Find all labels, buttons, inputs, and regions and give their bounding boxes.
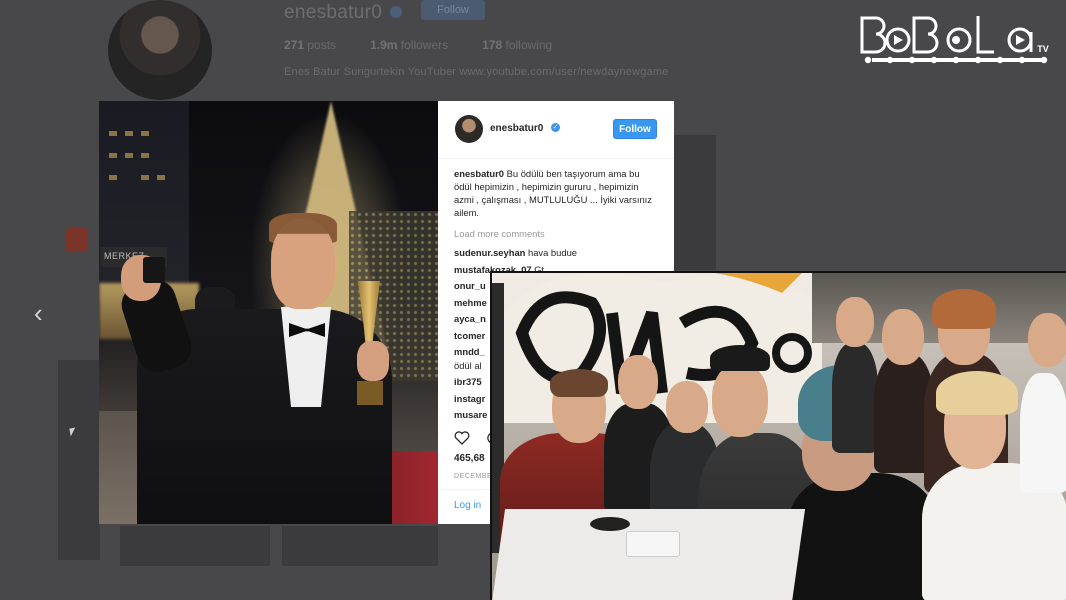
svg-text:TV: TV	[1037, 44, 1049, 54]
person	[1020, 373, 1066, 493]
heart-icon[interactable]	[454, 431, 470, 445]
verified-badge-icon: ✓	[551, 123, 560, 132]
load-more-comments-link[interactable]: Load more comments	[454, 227, 658, 240]
grid-tile[interactable]	[674, 135, 716, 270]
grid-tile[interactable]	[282, 526, 438, 566]
office-reaction-photo	[490, 271, 1066, 600]
person-face	[836, 297, 874, 347]
post-date: DECEMBE	[454, 473, 493, 480]
likes-count: 465,68	[454, 453, 485, 464]
stat-followers[interactable]: 1.9m followers	[370, 38, 448, 52]
profile-avatar	[108, 0, 212, 100]
verified-badge-icon	[390, 6, 402, 18]
follow-button[interactable]: Follow	[613, 119, 657, 139]
person	[788, 473, 938, 600]
login-link[interactable]: Log in	[454, 500, 481, 511]
video-frame: enesbatur0 Follow 271 posts 1.9m followe…	[0, 0, 1066, 600]
stat-following[interactable]: 178 following	[482, 38, 552, 52]
post-header: enesbatur0 ✓ Follow	[438, 101, 674, 159]
graffiti-wall-art	[502, 273, 822, 423]
grid-tile-thumbnail	[66, 228, 88, 252]
babala-tv-logo: TV	[860, 16, 1049, 64]
post-avatar[interactable]	[455, 115, 483, 143]
mouse-pad	[590, 517, 630, 531]
person	[832, 343, 878, 453]
cap	[710, 345, 770, 371]
phone-icon	[143, 257, 165, 283]
award-selfie-photo: MERKEZ	[99, 101, 438, 524]
mouse-cursor-icon	[69, 427, 77, 437]
stat-posts: 271 posts	[284, 38, 337, 52]
post-caption: enesbatur0 Bu ödülü ben taşıyorum ama bu…	[454, 168, 652, 218]
grid-tile[interactable]	[120, 526, 270, 566]
person-face	[271, 219, 335, 309]
keyboard	[626, 531, 680, 557]
person-face	[618, 355, 658, 409]
profile-bio: Enes Batur Sungurtekin YouTuber www.yout…	[284, 66, 669, 78]
profile-username: enesbatur0	[284, 2, 383, 23]
person-face	[666, 381, 708, 433]
profile-stats: 271 posts 1.9m followers 178 following	[284, 38, 552, 52]
grid-tile[interactable]	[58, 360, 100, 560]
chevron-left-icon[interactable]: ‹	[34, 300, 43, 326]
person-face	[1028, 313, 1066, 367]
person-face	[712, 363, 768, 437]
person-face	[882, 309, 924, 365]
comment: sudenur.seyhan hava budue	[454, 247, 578, 258]
profile-follow-button[interactable]: Follow	[421, 0, 485, 20]
post-username[interactable]: enesbatur0	[490, 123, 543, 134]
